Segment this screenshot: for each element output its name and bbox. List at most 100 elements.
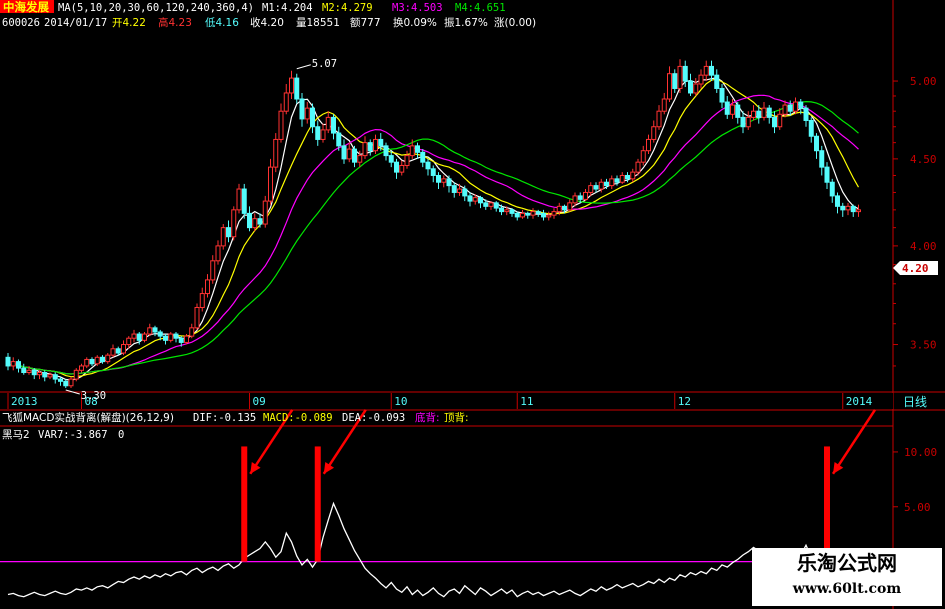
candle-body [646, 138, 651, 152]
candle-body [614, 178, 620, 183]
close-price: 收4.20 [250, 16, 284, 29]
candle-body [247, 212, 252, 229]
candle [110, 344, 116, 358]
candle-body [415, 145, 420, 153]
candle [315, 120, 321, 146]
candle-body [73, 369, 79, 380]
ma-m3-value: M3:4.503 [392, 2, 443, 14]
candle [163, 334, 168, 345]
candle [383, 142, 389, 161]
candle [142, 331, 147, 343]
candle-body [567, 202, 573, 211]
candle-body [682, 65, 688, 82]
stock-name: 中海发展 [3, 0, 49, 14]
candle [619, 172, 625, 184]
candle [294, 73, 300, 104]
candle-body [315, 126, 321, 140]
candle [441, 175, 447, 188]
candle [199, 287, 205, 312]
candle-body [672, 73, 678, 89]
candle [420, 149, 426, 168]
candle [761, 102, 767, 121]
candle-body [320, 129, 326, 140]
date-label: 11 [520, 395, 533, 408]
candle-body [168, 333, 174, 341]
candle-body [509, 209, 515, 214]
candle [803, 105, 809, 127]
date-label: 09 [253, 395, 266, 408]
candle [121, 340, 126, 356]
candle-body [268, 166, 273, 202]
candle-body [388, 155, 394, 163]
candle-body [840, 205, 846, 211]
candle [152, 325, 158, 337]
candle-body [814, 135, 819, 152]
candle-body [378, 138, 384, 147]
candle-body [94, 356, 100, 365]
price-tick-label: 5.00 [910, 75, 937, 88]
candle [656, 105, 662, 130]
candle [16, 359, 21, 373]
candle-body [635, 161, 641, 173]
candle-body [383, 145, 389, 157]
var7-value: VAR7:-3.867 [38, 429, 108, 441]
candle [850, 204, 856, 217]
price-annotations: 5.07 3.30 [65, 58, 337, 402]
change: 涨(0.00) [494, 17, 536, 29]
candle [703, 60, 709, 82]
candle [525, 211, 531, 219]
candle-body [793, 101, 798, 112]
candle-body [357, 155, 363, 163]
candle-body [5, 356, 11, 367]
dea-value: DEA:-0.093 [342, 412, 405, 424]
signal-bar [824, 446, 830, 562]
candlesticks [5, 59, 861, 388]
watermark-url: www.60lt.com [792, 581, 902, 597]
candle-body [142, 333, 147, 341]
candle-body [535, 211, 541, 214]
ma-label: MA(5,10,20,30,60,120,240,360,4) [58, 2, 254, 14]
candle-body [640, 150, 646, 163]
candle [793, 97, 798, 115]
candle-body [310, 107, 315, 128]
candle-body [630, 171, 636, 180]
candle [766, 105, 772, 124]
candle [236, 183, 242, 214]
candle [751, 105, 756, 121]
candle [68, 376, 74, 388]
candle-body [16, 361, 21, 369]
candle [278, 103, 284, 143]
candle [840, 202, 846, 217]
candle-body [341, 145, 347, 160]
candle [446, 175, 452, 193]
candle-body [514, 212, 520, 218]
candle-body [399, 164, 405, 173]
stock-code: 600026 [2, 17, 40, 29]
candle-body [157, 331, 163, 337]
candle-body [210, 260, 216, 281]
candle-body [194, 306, 200, 329]
candle [824, 162, 830, 190]
candle [567, 199, 573, 212]
candle-body [52, 374, 58, 380]
candle-body [373, 138, 378, 152]
candle [131, 329, 137, 343]
candle-body [724, 101, 730, 115]
candle-body [189, 327, 195, 337]
candle-body [772, 116, 777, 128]
volume: 量18551 [296, 17, 340, 29]
candle [399, 160, 405, 176]
candle-body [115, 348, 121, 354]
candle [609, 175, 615, 190]
candle-body [131, 333, 137, 339]
candle-body [289, 77, 294, 94]
candle [205, 274, 210, 298]
candle [220, 224, 226, 250]
signal-arrow-shaft [831, 409, 877, 475]
candle-body [745, 116, 751, 128]
annotation-leader [296, 64, 311, 70]
candle [320, 123, 326, 143]
candle-body [63, 380, 69, 387]
ma-m1-value: M1:4.204 [262, 2, 313, 14]
candle-body [740, 116, 746, 128]
